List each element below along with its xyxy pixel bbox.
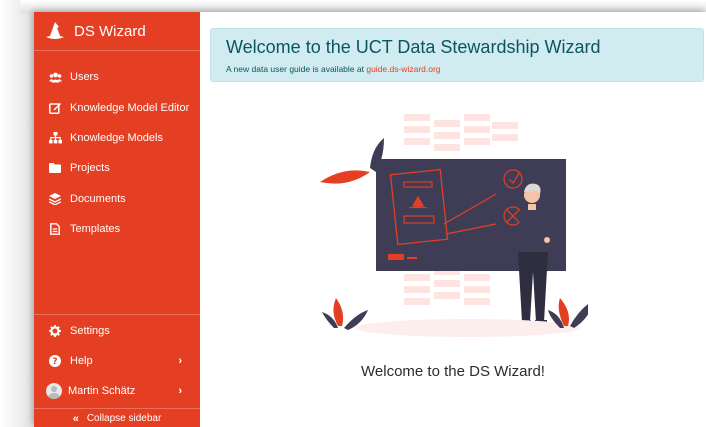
edit-icon: [48, 101, 62, 115]
sidebar-item-label: Templates: [70, 223, 121, 236]
sidebar-item-label: Settings: [70, 325, 110, 337]
sidebar-item-documents[interactable]: Documents: [34, 184, 200, 214]
sidebar-item-label: Knowledge Models: [70, 131, 163, 144]
sidebar-item-label: Help: [70, 355, 93, 367]
question-circle-icon: ?: [48, 354, 62, 368]
chevron-right-icon: ›: [178, 385, 182, 397]
file-icon: [48, 222, 62, 236]
sidebar-item-label: Projects: [70, 162, 110, 175]
sidebar-item-settings[interactable]: Settings: [34, 316, 200, 346]
svg-text:?: ?: [52, 357, 57, 367]
window-shadow-left: [0, 0, 34, 427]
sidebar-item-projects[interactable]: Projects: [34, 153, 200, 183]
user-name: Martin Schätz: [68, 385, 136, 397]
alert-text-prefix: A new data user guide is available at: [226, 64, 367, 74]
sidebar-item-users[interactable]: Users: [34, 62, 200, 92]
sidebar-item-knowledge-model-editor[interactable]: Knowledge Model Editor: [34, 92, 200, 122]
teacher-illustration: [320, 114, 588, 337]
welcome-text: Welcome to the DS Wizard!: [361, 363, 545, 380]
double-chevron-left-icon: «: [72, 412, 79, 425]
gear-icon: [48, 324, 62, 338]
sidebar-item-profile[interactable]: Martin Schätz ›: [34, 376, 200, 406]
sidebar-nav: Users Knowledge Model Editor Knowledge M…: [34, 62, 200, 244]
collapse-sidebar-label: Collapse sidebar: [86, 413, 162, 424]
guide-link[interactable]: guide.ds-wizard.org: [366, 64, 440, 74]
wizard-hat-icon: [46, 22, 64, 39]
sidebar-item-label: Users: [70, 71, 99, 84]
sidebar-item-label: Documents: [70, 192, 126, 205]
sidebar-item-help[interactable]: ? Help ›: [34, 346, 200, 376]
app-window: DS Wizard Users Knowledge Model Editor K…: [34, 12, 706, 427]
sidebar-item-label: Knowledge Model Editor: [70, 101, 190, 114]
sidebar-item-templates[interactable]: Templates: [34, 214, 200, 244]
brand[interactable]: DS Wizard: [34, 12, 200, 51]
chevron-right-icon: ›: [178, 355, 182, 367]
sidebar-item-knowledge-models[interactable]: Knowledge Models: [34, 123, 200, 153]
info-alert: Welcome to the UCT Data Stewardship Wiza…: [210, 28, 704, 82]
sidebar-bottom-nav: Settings ? Help › Martin Schätz ›: [34, 314, 200, 406]
main-content: Welcome to the UCT Data Stewardship Wiza…: [200, 12, 706, 427]
folder-icon: [48, 161, 62, 175]
users-icon: [48, 70, 62, 84]
avatar: [46, 383, 62, 399]
brand-name: DS Wizard: [74, 23, 146, 40]
sidebar: DS Wizard Users Knowledge Model Editor K…: [34, 12, 200, 427]
alert-text: A new data user guide is available at gu…: [226, 64, 441, 74]
sitemap-icon: [48, 131, 62, 145]
stack-icon: [48, 192, 62, 206]
collapse-sidebar-button[interactable]: « Collapse sidebar: [34, 408, 200, 427]
alert-title: Welcome to the UCT Data Stewardship Wiza…: [226, 37, 601, 57]
